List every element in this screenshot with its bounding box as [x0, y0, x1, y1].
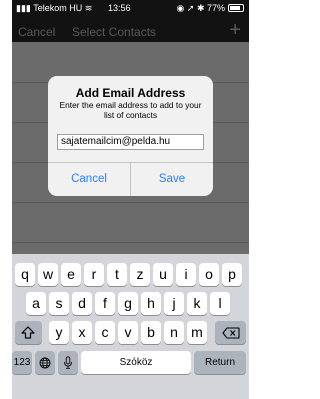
key-x[interactable]: x: [72, 321, 92, 344]
email-input[interactable]: sajatemailcim@pelda.hu: [57, 134, 204, 150]
key-e[interactable]: e: [61, 263, 81, 286]
nav-cancel-button[interactable]: Cancel: [18, 25, 55, 39]
key-s[interactable]: s: [49, 292, 69, 315]
shift-icon: [21, 326, 35, 339]
status-time: 13:56: [108, 3, 131, 13]
key-j[interactable]: j: [164, 292, 184, 315]
battery-percent: 77%: [206, 3, 225, 13]
key-l[interactable]: l: [210, 292, 230, 315]
key-a[interactable]: a: [26, 292, 46, 315]
key-v[interactable]: v: [118, 321, 138, 344]
numbers-key[interactable]: 123: [12, 351, 32, 374]
key-y[interactable]: y: [49, 321, 69, 344]
alert-save-button[interactable]: Save: [131, 162, 213, 196]
keyboard: q w e r t z u i o p a s d f g h j k l y …: [12, 254, 249, 399]
key-f[interactable]: f: [95, 292, 115, 315]
status-icons: ◉ ➚ ✱ 77%: [176, 3, 225, 13]
key-k[interactable]: k: [187, 292, 207, 315]
key-t[interactable]: t: [107, 263, 127, 286]
key-b[interactable]: b: [141, 321, 161, 344]
backspace-icon: [222, 327, 240, 339]
key-w[interactable]: w: [38, 263, 58, 286]
key-z[interactable]: z: [130, 263, 150, 286]
key-h[interactable]: h: [141, 292, 161, 315]
alert-cancel-button[interactable]: Cancel: [48, 162, 130, 196]
plus-icon[interactable]: +: [229, 19, 241, 42]
status-bar: ▮▮▮ Telekom HU ≋ 13:56 ◉ ➚ ✱ 77%: [12, 0, 249, 16]
key-i[interactable]: i: [176, 263, 196, 286]
key-d[interactable]: d: [72, 292, 92, 315]
microphone-icon: [64, 356, 72, 369]
key-m[interactable]: m: [187, 321, 207, 344]
key-p[interactable]: p: [222, 263, 242, 286]
key-q[interactable]: q: [15, 263, 35, 286]
alert-message: Enter the email address to add to your l…: [59, 100, 202, 120]
add-email-alert: Add Email Address Enter the email addres…: [48, 76, 213, 196]
carrier-name: Telekom HU: [33, 3, 83, 13]
key-u[interactable]: u: [153, 263, 173, 286]
microphone-key[interactable]: [58, 351, 78, 374]
carrier-signal: ▮▮▮ Telekom HU ≋: [16, 3, 93, 13]
key-g[interactable]: g: [118, 292, 138, 315]
top-bar: ▮▮▮ Telekom HU ≋ 13:56 ◉ ➚ ✱ 77% Cancel …: [12, 0, 249, 42]
battery-icon: [228, 4, 244, 12]
list-divider: [12, 202, 249, 203]
nav-title: Select Contacts: [72, 25, 157, 39]
phone-screen: ▮▮▮ Telekom HU ≋ 13:56 ◉ ➚ ✱ 77% Cancel …: [12, 0, 249, 399]
key-r[interactable]: r: [84, 263, 104, 286]
space-key[interactable]: Szóköz: [81, 351, 191, 374]
list-divider: [12, 242, 249, 243]
key-n[interactable]: n: [164, 321, 184, 344]
nav-bar: Cancel Select Contacts +: [12, 16, 249, 42]
globe-key[interactable]: [35, 351, 55, 374]
key-c[interactable]: c: [95, 321, 115, 344]
return-key[interactable]: Return: [194, 351, 246, 374]
key-o[interactable]: o: [199, 263, 219, 286]
backspace-key[interactable]: [215, 321, 246, 344]
globe-icon: [39, 357, 51, 369]
shift-key[interactable]: [15, 321, 42, 344]
alert-title: Add Email Address: [75, 86, 186, 100]
